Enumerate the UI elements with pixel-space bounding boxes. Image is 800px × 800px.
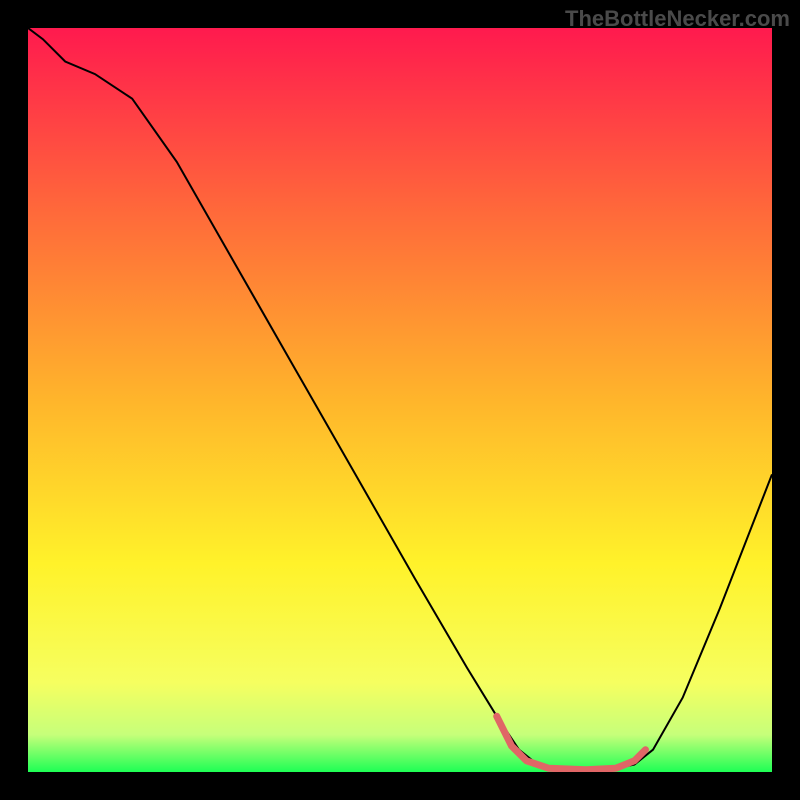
chart-plot-area xyxy=(28,28,772,772)
watermark-text: TheBottleNecker.com xyxy=(565,6,790,32)
chart-svg xyxy=(28,28,772,772)
chart-container: TheBottleNecker.com xyxy=(0,0,800,800)
chart-background xyxy=(28,28,772,772)
